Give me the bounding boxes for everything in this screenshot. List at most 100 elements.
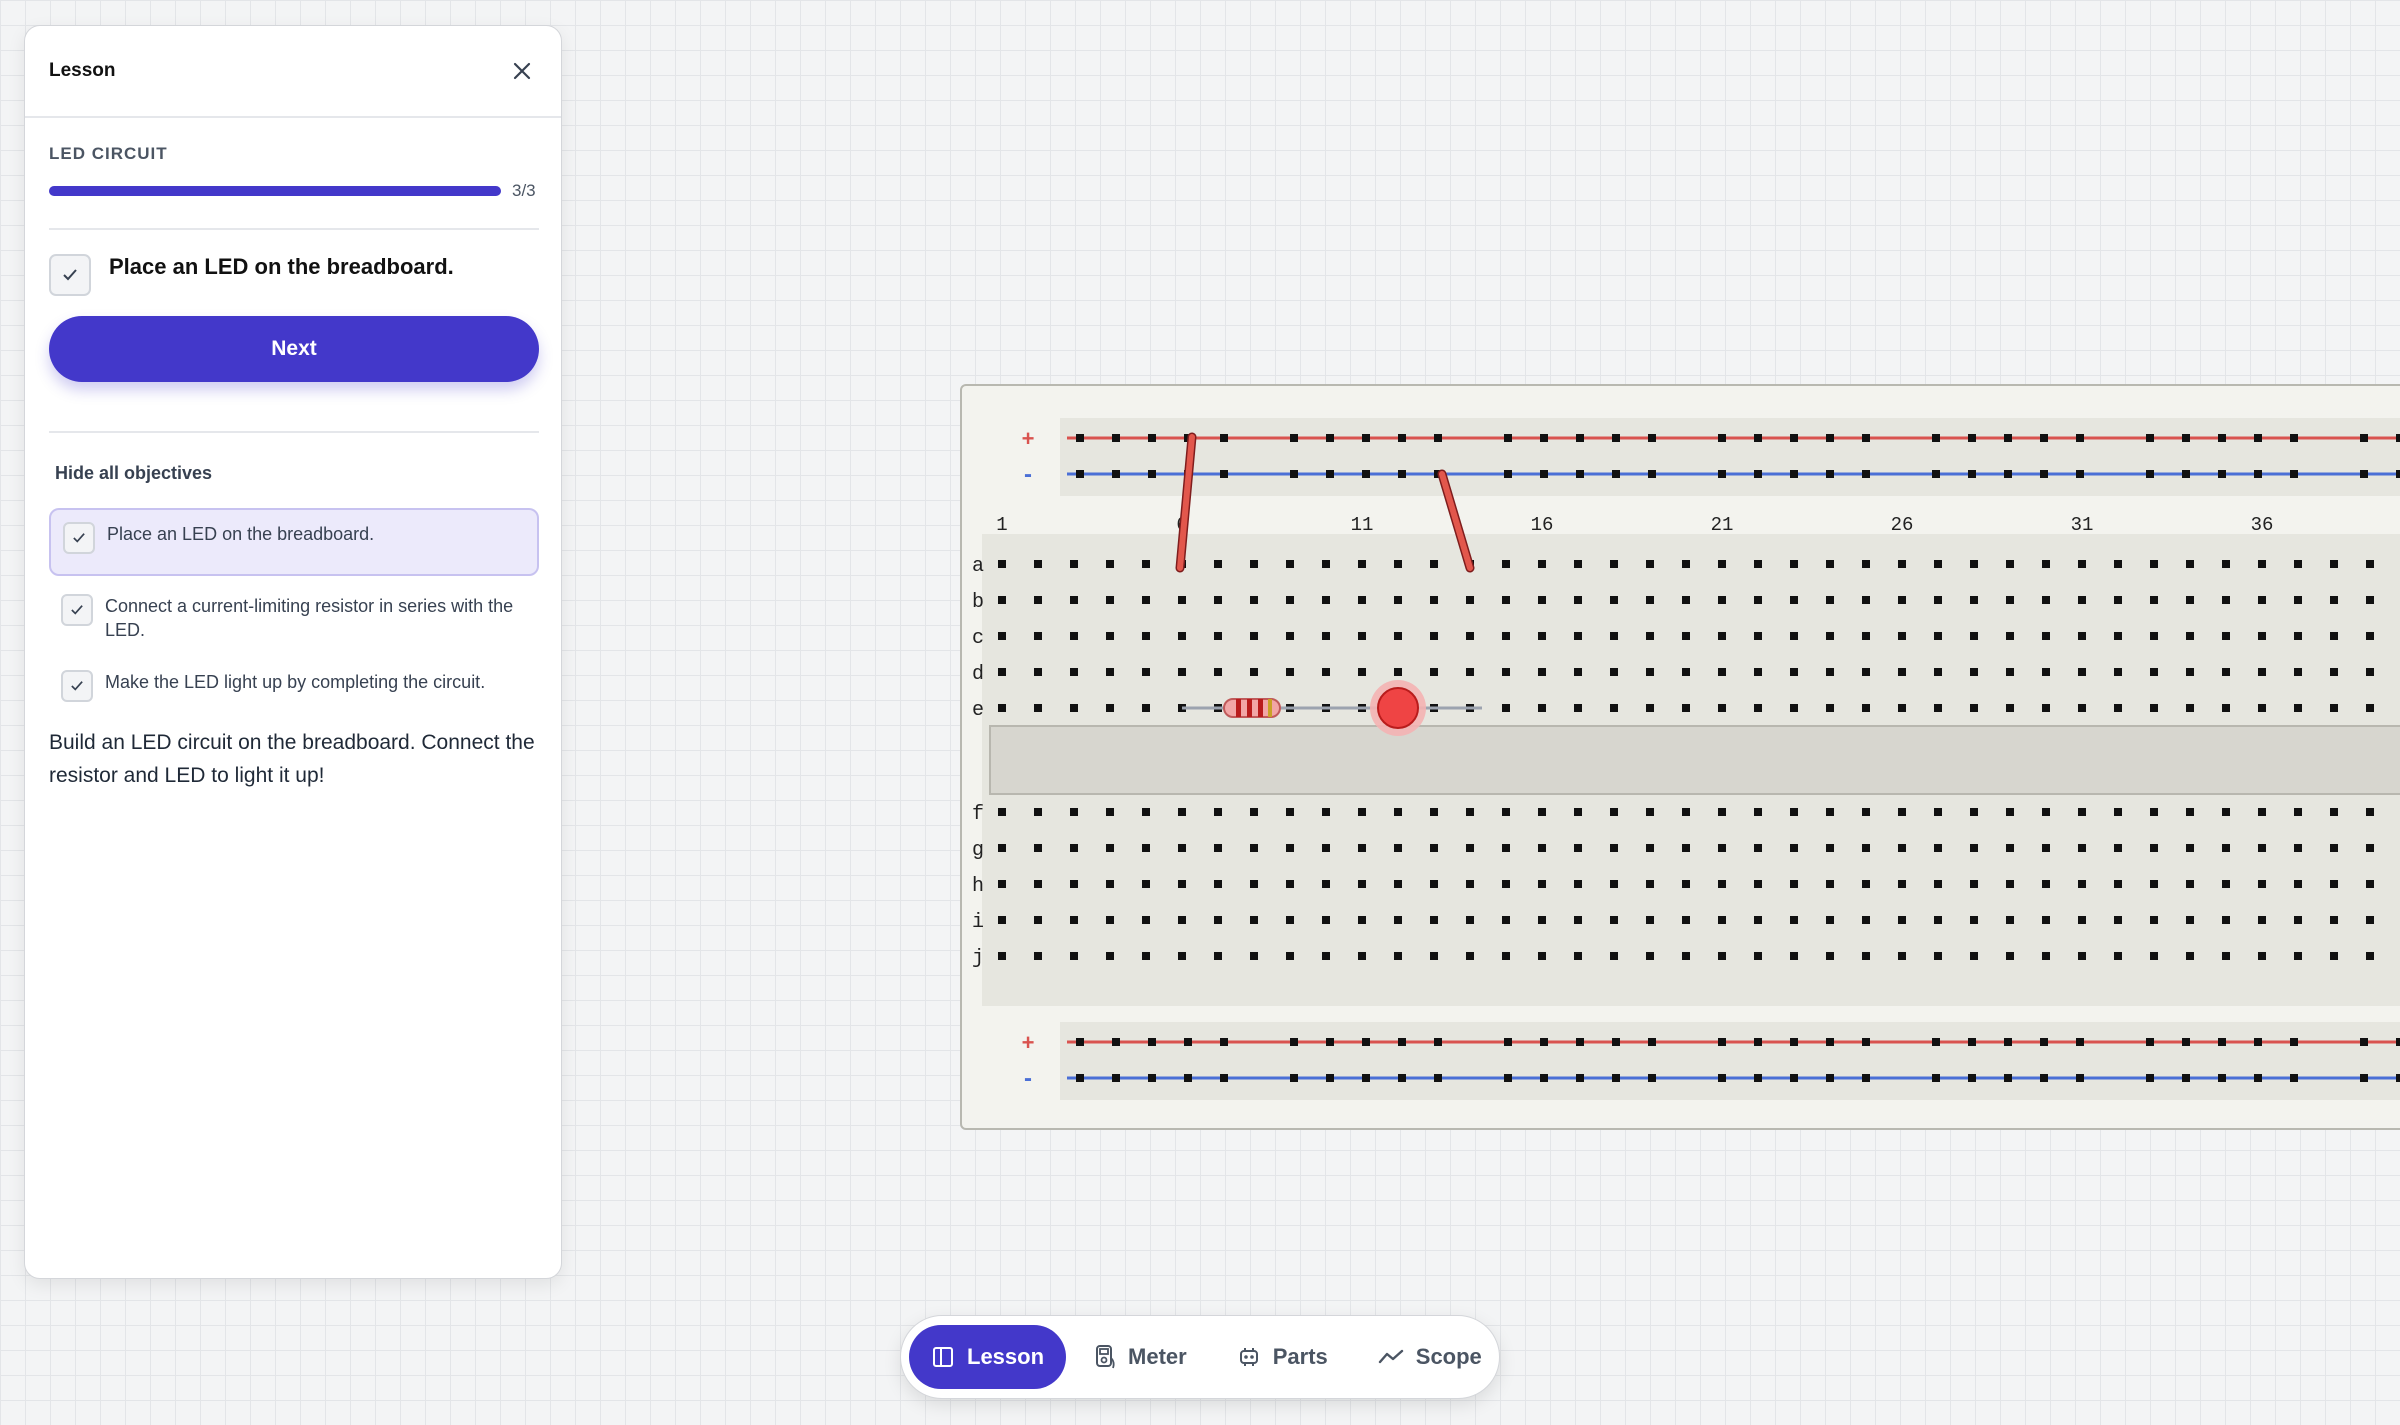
breadboard-hole[interactable] xyxy=(1646,916,1654,924)
breadboard-hole[interactable] xyxy=(2258,808,2266,816)
breadboard-hole[interactable] xyxy=(1862,434,1870,442)
breadboard-hole[interactable] xyxy=(1358,632,1366,640)
breadboard-hole[interactable] xyxy=(2146,1074,2154,1082)
breadboard-hole[interactable] xyxy=(1502,704,1510,712)
breadboard-hole[interactable] xyxy=(1826,596,1834,604)
breadboard-hole[interactable] xyxy=(1574,668,1582,676)
breadboard-hole[interactable] xyxy=(1430,808,1438,816)
breadboard-hole[interactable] xyxy=(1862,1038,1870,1046)
breadboard-hole[interactable] xyxy=(1362,1074,1370,1082)
breadboard-hole[interactable] xyxy=(1538,668,1546,676)
breadboard-hole[interactable] xyxy=(1538,952,1546,960)
current-objective-checkbox[interactable] xyxy=(49,254,91,296)
breadboard-hole[interactable] xyxy=(1034,844,1042,852)
breadboard-hole[interactable] xyxy=(1612,1038,1620,1046)
breadboard-hole[interactable] xyxy=(1646,668,1654,676)
breadboard-hole[interactable] xyxy=(2258,952,2266,960)
breadboard-hole[interactable] xyxy=(2042,844,2050,852)
breadboard-hole[interactable] xyxy=(998,916,1006,924)
breadboard-hole[interactable] xyxy=(1754,844,1762,852)
breadboard-hole[interactable] xyxy=(1576,1038,1584,1046)
breadboard-hole[interactable] xyxy=(2078,952,2086,960)
breadboard-hole[interactable] xyxy=(1934,916,1942,924)
breadboard-hole[interactable] xyxy=(1968,434,1976,442)
breadboard-hole[interactable] xyxy=(1322,560,1330,568)
breadboard-hole[interactable] xyxy=(1718,470,1726,478)
breadboard-hole[interactable] xyxy=(1576,434,1584,442)
breadboard-hole[interactable] xyxy=(1466,916,1474,924)
breadboard-hole[interactable] xyxy=(2330,704,2338,712)
breadboard-hole[interactable] xyxy=(1970,844,1978,852)
breadboard-hole[interactable] xyxy=(998,704,1006,712)
breadboard-hole[interactable] xyxy=(1430,596,1438,604)
breadboard-hole[interactable] xyxy=(1610,916,1618,924)
breadboard-hole[interactable] xyxy=(1394,844,1402,852)
breadboard-hole[interactable] xyxy=(1034,596,1042,604)
breadboard-hole[interactable] xyxy=(1646,880,1654,888)
breadboard-hole[interactable] xyxy=(1214,596,1222,604)
breadboard-hole[interactable] xyxy=(1034,808,1042,816)
breadboard-hole[interactable] xyxy=(1538,560,1546,568)
breadboard-hole[interactable] xyxy=(1358,952,1366,960)
breadboard-hole[interactable] xyxy=(1502,668,1510,676)
breadboard-hole[interactable] xyxy=(1682,952,1690,960)
breadboard-hole[interactable] xyxy=(1790,1038,1798,1046)
breadboard-hole[interactable] xyxy=(2294,668,2302,676)
breadboard-hole[interactable] xyxy=(2294,596,2302,604)
breadboard-hole[interactable] xyxy=(1142,632,1150,640)
breadboard-hole[interactable] xyxy=(1574,916,1582,924)
breadboard-hole[interactable] xyxy=(1466,808,1474,816)
breadboard-hole[interactable] xyxy=(2396,434,2400,442)
breadboard-hole[interactable] xyxy=(2366,844,2374,852)
breadboard-hole[interactable] xyxy=(2078,704,2086,712)
breadboard-hole[interactable] xyxy=(1826,1074,1834,1082)
breadboard-hole[interactable] xyxy=(1646,704,1654,712)
breadboard-hole[interactable] xyxy=(2146,1038,2154,1046)
breadboard-hole[interactable] xyxy=(2004,1074,2012,1082)
breadboard-hole[interactable] xyxy=(1934,704,1942,712)
breadboard-hole[interactable] xyxy=(1898,560,1906,568)
breadboard-hole[interactable] xyxy=(1538,704,1546,712)
breadboard-hole[interactable] xyxy=(2042,952,2050,960)
breadboard-hole[interactable] xyxy=(2254,1038,2262,1046)
breadboard-hole[interactable] xyxy=(2330,952,2338,960)
breadboard-hole[interactable] xyxy=(998,560,1006,568)
breadboard-hole[interactable] xyxy=(2114,952,2122,960)
breadboard-hole[interactable] xyxy=(1718,880,1726,888)
breadboard-hole[interactable] xyxy=(1538,844,1546,852)
breadboard-hole[interactable] xyxy=(1142,808,1150,816)
breadboard-hole[interactable] xyxy=(2330,844,2338,852)
breadboard-hole[interactable] xyxy=(1178,668,1186,676)
breadboard-hole[interactable] xyxy=(2222,880,2230,888)
breadboard-hole[interactable] xyxy=(1790,632,1798,640)
breadboard-hole[interactable] xyxy=(1826,952,1834,960)
breadboard-hole[interactable] xyxy=(1610,844,1618,852)
breadboard-hole[interactable] xyxy=(1934,952,1942,960)
breadboard-hole[interactable] xyxy=(1682,596,1690,604)
breadboard-hole[interactable] xyxy=(1070,808,1078,816)
objective-checkbox[interactable] xyxy=(61,670,93,702)
breadboard-hole[interactable] xyxy=(1358,880,1366,888)
breadboard-hole[interactable] xyxy=(1790,952,1798,960)
breadboard-hole[interactable] xyxy=(1826,434,1834,442)
breadboard-hole[interactable] xyxy=(1142,916,1150,924)
breadboard-hole[interactable] xyxy=(1220,1074,1228,1082)
breadboard-hole[interactable] xyxy=(2006,668,2014,676)
breadboard-hole[interactable] xyxy=(1466,844,1474,852)
breadboard-hole[interactable] xyxy=(2330,808,2338,816)
breadboard-hole[interactable] xyxy=(1504,1074,1512,1082)
breadboard-hole[interactable] xyxy=(1504,470,1512,478)
breadboard-hole[interactable] xyxy=(1326,470,1334,478)
breadboard-hole[interactable] xyxy=(1970,560,1978,568)
breadboard-hole[interactable] xyxy=(1250,952,1258,960)
breadboard-hole[interactable] xyxy=(1754,1074,1762,1082)
breadboard-hole[interactable] xyxy=(1106,916,1114,924)
breadboard-hole[interactable] xyxy=(1070,596,1078,604)
breadboard-hole[interactable] xyxy=(2366,952,2374,960)
breadboard-hole[interactable] xyxy=(1394,560,1402,568)
breadboard-hole[interactable] xyxy=(2396,470,2400,478)
close-button[interactable] xyxy=(505,54,539,88)
breadboard-hole[interactable] xyxy=(1754,916,1762,924)
breadboard-hole[interactable] xyxy=(1862,916,1870,924)
breadboard-hole[interactable] xyxy=(1574,704,1582,712)
